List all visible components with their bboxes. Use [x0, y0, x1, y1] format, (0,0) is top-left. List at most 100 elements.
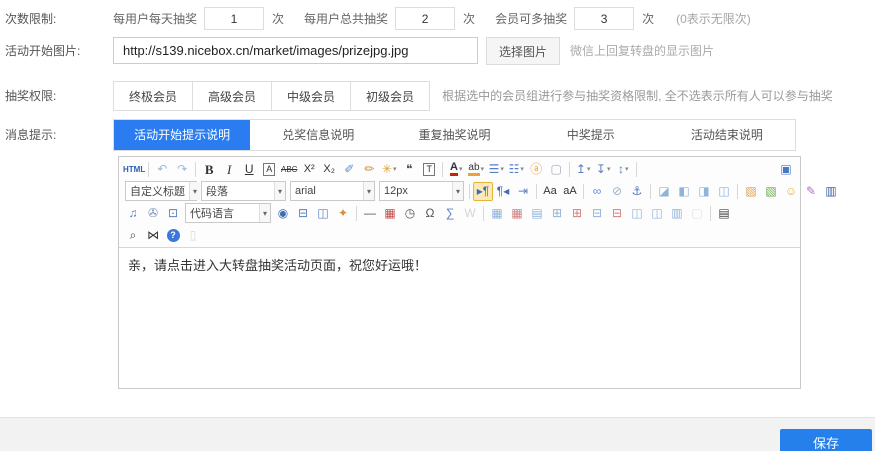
- permission-note: 根据选中的会员组进行参与抽奖资格限制, 全不选表示所有人可以参与抽奖: [442, 81, 833, 111]
- row-spacing-top-icon[interactable]: ↥▾: [573, 160, 593, 179]
- link-icon[interactable]: ∞: [587, 182, 607, 201]
- insert-iframe-icon[interactable]: ⊡: [163, 204, 183, 223]
- insert-table-icon[interactable]: ▦: [487, 204, 507, 223]
- preview-icon[interactable]: ⌕: [123, 226, 143, 245]
- toolbar-separator: [583, 184, 584, 199]
- toolbar-separator: [148, 162, 149, 177]
- member-group-button[interactable]: 终极会员: [113, 81, 193, 111]
- pick-image-button[interactable]: 选择图片: [486, 37, 560, 65]
- message-tab[interactable]: 重复抽奖说明: [386, 120, 522, 150]
- unlink-icon[interactable]: ⊘: [607, 182, 627, 201]
- split-cells-col-icon[interactable]: ▥: [667, 204, 687, 223]
- merge-cells-icon[interactable]: ◫: [627, 204, 647, 223]
- save-button[interactable]: 保存: [780, 429, 872, 451]
- paragraph-select[interactable]: 段落▾: [201, 181, 286, 201]
- underline-icon[interactable]: U: [239, 160, 259, 179]
- screenshot-icon[interactable]: ✦: [333, 204, 353, 223]
- image-url-input[interactable]: [113, 37, 478, 64]
- special-char-icon[interactable]: Ω: [420, 204, 440, 223]
- insert-code-icon[interactable]: ◉: [273, 204, 293, 223]
- image-align-center-icon[interactable]: ◫: [714, 182, 734, 201]
- new-page-icon[interactable]: ▢: [546, 160, 566, 179]
- lowercase-icon[interactable]: aA: [560, 182, 580, 201]
- time-icon[interactable]: ◷: [400, 204, 420, 223]
- date-icon[interactable]: ▦: [380, 204, 400, 223]
- horizontal-rule-icon[interactable]: —: [360, 204, 380, 223]
- back-color-icon[interactable]: ab▾: [466, 160, 486, 179]
- redo-icon[interactable]: ↷: [172, 160, 192, 179]
- limit-row: 次数限制: 每用户每天抽奖次每用户总共抽奖次会员可多抽奖次(0表示无限次): [0, 7, 875, 31]
- indent-icon[interactable]: ⇥: [513, 182, 533, 201]
- font-size-select[interactable]: 12px▾: [379, 181, 464, 201]
- limit-count-input[interactable]: [395, 7, 455, 30]
- unordered-list-icon[interactable]: ☷▾: [506, 160, 526, 179]
- strikethrough-icon[interactable]: ABC: [279, 160, 299, 179]
- code-language-select[interactable]: 代码语言▾: [185, 203, 271, 223]
- anchor-icon[interactable]: ⚓: [627, 182, 647, 201]
- member-group-button[interactable]: 初级会员: [350, 81, 430, 111]
- delete-row-icon[interactable]: ⊟: [587, 204, 607, 223]
- limit-field-label: 会员可多抽奖: [495, 10, 567, 27]
- font-border-icon[interactable]: A: [259, 160, 279, 179]
- image-align-none-icon[interactable]: ◪: [654, 182, 674, 201]
- bold-icon[interactable]: B: [199, 160, 219, 179]
- print-icon[interactable]: ▤: [714, 204, 734, 223]
- paste-text-icon[interactable]: T: [419, 160, 439, 179]
- limit-count-input[interactable]: [574, 7, 634, 30]
- message-tab[interactable]: 中奖提示: [523, 120, 659, 150]
- custom-title-select[interactable]: 自定义标题▾: [125, 181, 197, 201]
- subscript-icon[interactable]: X₂: [319, 160, 339, 179]
- uppercase-icon[interactable]: Aa: [540, 182, 560, 201]
- insert-col-icon[interactable]: ⊞: [567, 204, 587, 223]
- ordered-list-icon[interactable]: ☰▾: [486, 160, 506, 179]
- row-spacing-bottom-icon[interactable]: ↧▾: [593, 160, 613, 179]
- select-all-icon[interactable]: ⓐ: [526, 160, 546, 179]
- insert-row-icon[interactable]: ⊞: [547, 204, 567, 223]
- format-brush-icon[interactable]: ✏: [359, 160, 379, 179]
- paste-icon: ▯: [183, 226, 203, 245]
- auto-typeset-icon[interactable]: ✳▾: [379, 160, 399, 179]
- dir-rtl-icon[interactable]: ¶◂: [493, 182, 513, 201]
- permission-row-label: 抽奖权限:: [0, 81, 113, 111]
- member-group-button[interactable]: 高级会员: [192, 81, 272, 111]
- remove-format-icon[interactable]: ✐: [339, 160, 359, 179]
- message-tab[interactable]: 兑奖信息说明: [250, 120, 386, 150]
- attachment-icon[interactable]: ✇: [143, 204, 163, 223]
- upload-image-icon[interactable]: ▧: [761, 182, 781, 201]
- delete-table-icon[interactable]: ▦: [507, 204, 527, 223]
- image-align-left-icon[interactable]: ◧: [674, 182, 694, 201]
- limit-count-input[interactable]: [204, 7, 264, 30]
- page-break-icon[interactable]: ⊟: [293, 204, 313, 223]
- music-icon[interactable]: ♫: [123, 204, 143, 223]
- member-group-button[interactable]: 中级会员: [271, 81, 351, 111]
- formula-icon[interactable]: ∑: [440, 204, 460, 223]
- limit-unit-label: 次: [463, 10, 475, 27]
- dir-ltr-icon[interactable]: ▸¶: [473, 182, 493, 201]
- video-icon[interactable]: ▥: [821, 182, 841, 201]
- fullscreen-icon[interactable]: ▣: [776, 160, 796, 179]
- emotion-icon[interactable]: ☺: [781, 182, 801, 201]
- limit-note: (0表示无限次): [676, 10, 751, 27]
- insert-image-icon[interactable]: ▧: [741, 182, 761, 201]
- font-family-select[interactable]: arial▾: [290, 181, 375, 201]
- help-icon[interactable]: ?: [163, 226, 183, 245]
- insert-columns-icon[interactable]: ◫: [313, 204, 333, 223]
- editor-content[interactable]: 亲，请点击进入大转盘抽奖活动页面，祝您好运哦！: [119, 248, 800, 387]
- line-height-icon[interactable]: ↕▾: [613, 160, 633, 179]
- image-row-label: 活动开始图片:: [0, 37, 113, 65]
- image-align-right-icon[interactable]: ◨: [694, 182, 714, 201]
- font-color-icon[interactable]: A▾: [446, 160, 466, 179]
- delete-col-icon[interactable]: ⊟: [607, 204, 627, 223]
- table-title-icon[interactable]: ▤: [527, 204, 547, 223]
- blockquote-icon[interactable]: ❝: [399, 160, 419, 179]
- split-cells-row-icon[interactable]: ◫: [647, 204, 667, 223]
- html-source-icon[interactable]: HTML: [123, 160, 145, 179]
- scrawl-icon[interactable]: ✎: [801, 182, 821, 201]
- message-tab[interactable]: 活动开始提示说明: [114, 120, 250, 150]
- search-replace-icon[interactable]: ⋈: [143, 226, 163, 245]
- limit-unit-label: 次: [642, 10, 654, 27]
- superscript-icon[interactable]: X²: [299, 160, 319, 179]
- undo-icon[interactable]: ↶: [152, 160, 172, 179]
- message-tab[interactable]: 活动结束说明: [659, 120, 795, 150]
- italic-icon[interactable]: I: [219, 160, 239, 179]
